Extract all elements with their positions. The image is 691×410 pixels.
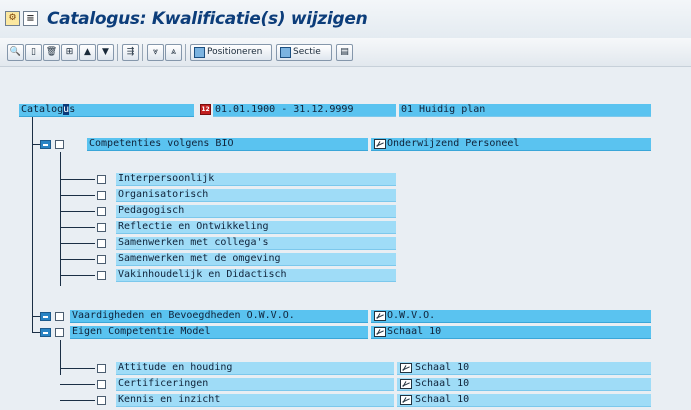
group-reference[interactable]: O.W.V.O.: [371, 310, 651, 323]
reference-icon: [374, 327, 386, 337]
structure-icon[interactable]: ⊞: [61, 44, 78, 61]
select-checkbox[interactable]: [97, 191, 106, 200]
child-node[interactable]: Reflectie en Ontwikkeling: [116, 221, 396, 234]
window-title: Catalogus: Kwalificatie(s) wijzigen: [47, 9, 368, 29]
reference-icon: [400, 363, 412, 373]
child-reference[interactable]: Schaal 10: [397, 378, 651, 391]
group-reference[interactable]: Onderwijzend Personeel: [371, 138, 651, 151]
tree-connector: [32, 144, 40, 145]
text-cursor: u: [63, 104, 70, 115]
child-reference[interactable]: Schaal 10: [397, 394, 651, 407]
sectie-button[interactable]: Sectie: [276, 44, 332, 61]
calendar-icon[interactable]: 12: [200, 104, 211, 115]
tree-connector: [60, 179, 95, 180]
select-checkbox[interactable]: [97, 175, 106, 184]
child-node[interactable]: Vakinhoudelijk en Didactisch: [116, 269, 396, 282]
select-checkbox[interactable]: [97, 223, 106, 232]
select-checkbox[interactable]: [55, 328, 64, 337]
select-checkbox[interactable]: [97, 239, 106, 248]
tree-connector: [60, 400, 95, 401]
tree-connector: [32, 117, 33, 332]
reference-icon: [374, 311, 386, 321]
toolbar-separator: [185, 44, 186, 61]
child-node[interactable]: Certificeringen: [116, 378, 394, 391]
select-checkbox[interactable]: [97, 271, 106, 280]
child-reference-label: Schaal 10: [415, 378, 470, 389]
transaction-icon[interactable]: ⚙: [5, 11, 20, 26]
application-toolbar: 🔍 ▯ 🗑 ⊞ ▲ ▼ ⇶ ⩔ ⩓ Positioneren Sectie ▤: [0, 38, 691, 67]
tree-connector: [60, 368, 95, 369]
select-checkbox[interactable]: [55, 140, 64, 149]
collapse-icon[interactable]: ⩓: [165, 44, 182, 61]
title-bar: ⚙ ≡ Catalogus: Kwalificatie(s) wijzigen: [0, 0, 691, 38]
group-node[interactable]: Vaardigheden en Bevoegdheden O.W.V.O.: [70, 310, 368, 323]
position-icon: [194, 47, 205, 58]
tree-connector: [32, 332, 40, 333]
move-up-icon[interactable]: ▲: [79, 44, 96, 61]
expand-icon[interactable]: ⩔: [147, 44, 164, 61]
toolbar-separator: [142, 44, 143, 61]
hierarchy-icon[interactable]: ⇶: [122, 44, 139, 61]
group-reference-label: Schaal 10: [387, 326, 442, 337]
select-checkbox[interactable]: [55, 312, 64, 321]
select-checkbox[interactable]: [97, 207, 106, 216]
group-reference-label: O.W.V.O.: [387, 310, 436, 321]
positioneren-button[interactable]: Positioneren: [190, 44, 272, 61]
child-node[interactable]: Attitude en houding: [116, 362, 394, 375]
child-node[interactable]: Pedagogisch: [116, 205, 396, 218]
positioneren-label: Positioneren: [207, 47, 263, 57]
group-node[interactable]: Competenties volgens BIO: [87, 138, 368, 151]
tree-connector: [32, 316, 40, 317]
tree-connector: [60, 275, 95, 276]
tree-connector: [60, 227, 95, 228]
delete-icon[interactable]: 🗑: [43, 44, 60, 61]
new-document-icon[interactable]: ▯: [25, 44, 42, 61]
tree-connector: [60, 243, 95, 244]
section-icon: [280, 47, 291, 58]
tree-connector: [60, 340, 61, 375]
tree-connector: [60, 195, 95, 196]
move-down-icon[interactable]: ▼: [97, 44, 114, 61]
root-node[interactable]: Catalogus: [19, 104, 194, 117]
find-icon[interactable]: 🔍: [7, 44, 24, 61]
group-reference[interactable]: Schaal 10: [371, 326, 651, 339]
sectie-label: Sectie: [293, 47, 321, 57]
reference-icon: [400, 379, 412, 389]
child-node[interactable]: Interpersoonlijk: [116, 173, 396, 186]
child-node[interactable]: Samenwerken met collega's: [116, 237, 396, 250]
child-node[interactable]: Samenwerken met de omgeving: [116, 253, 396, 266]
child-reference[interactable]: Schaal 10: [397, 362, 651, 375]
child-node[interactable]: Organisatorisch: [116, 189, 396, 202]
layout-icon[interactable]: ▤: [336, 44, 353, 61]
select-checkbox[interactable]: [97, 396, 106, 405]
tree-connector: [60, 384, 95, 385]
reference-icon: [400, 395, 412, 405]
tree-connector: [60, 152, 61, 286]
select-checkbox[interactable]: [97, 255, 106, 264]
reference-icon: [374, 139, 386, 149]
menu-icon[interactable]: ≡: [23, 11, 38, 26]
folder-icon[interactable]: [40, 328, 51, 337]
period-field: 01.01.1900 - 31.12.9999: [213, 104, 396, 117]
folder-icon[interactable]: [40, 140, 51, 149]
child-node[interactable]: Kennis en inzicht: [116, 394, 394, 407]
child-reference-label: Schaal 10: [415, 362, 470, 373]
group-reference-label: Onderwijzend Personeel: [387, 138, 520, 149]
toolbar-separator: [117, 44, 118, 61]
group-node[interactable]: Eigen Competentie Model: [70, 326, 368, 339]
tree-connector: [60, 259, 95, 260]
tree-connector: [60, 211, 95, 212]
child-reference-label: Schaal 10: [415, 394, 470, 405]
select-checkbox[interactable]: [97, 380, 106, 389]
select-checkbox[interactable]: [97, 364, 106, 373]
root-label: Catalogus: [21, 104, 76, 115]
folder-icon[interactable]: [40, 312, 51, 321]
plan-field: 01 Huidig plan: [399, 104, 651, 117]
